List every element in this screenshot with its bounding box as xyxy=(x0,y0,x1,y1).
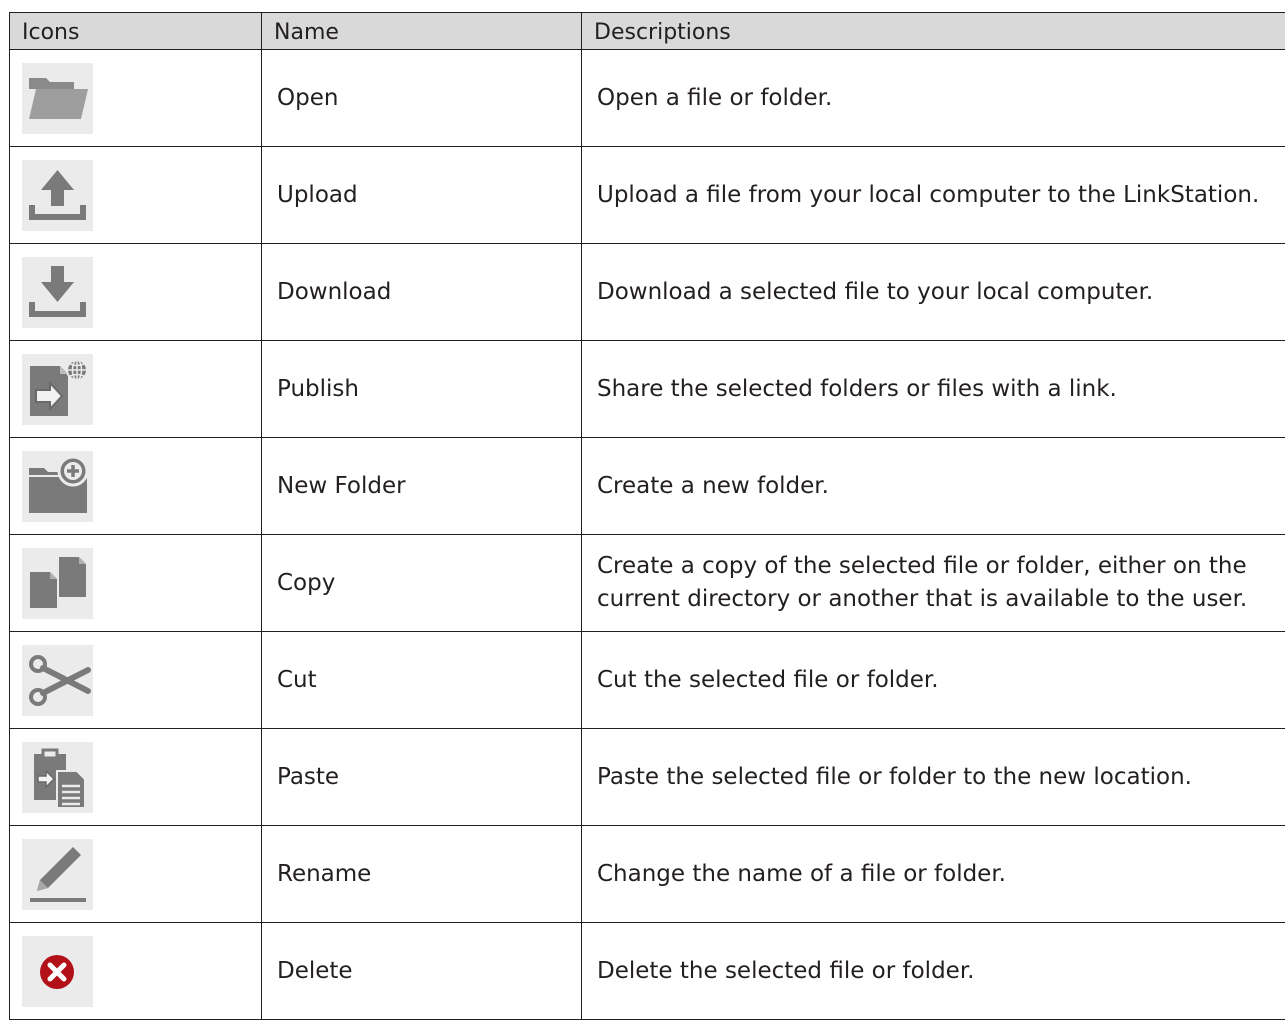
row-description: Download a selected file to your local c… xyxy=(582,244,1285,341)
new-folder-icon xyxy=(22,451,93,522)
icon-cell xyxy=(10,341,262,438)
table-row: Open Open a file or folder. xyxy=(10,50,1285,147)
table-row: Download Download a selected file to you… xyxy=(10,244,1285,341)
table-row: Delete Delete the selected file or folde… xyxy=(10,923,1285,1020)
delete-icon xyxy=(22,936,93,1007)
table-row: Rename Change the name of a file or fold… xyxy=(10,826,1285,923)
upload-icon xyxy=(22,160,93,231)
icon-cell xyxy=(10,244,262,341)
icon-cell xyxy=(10,535,262,632)
row-description: Paste the selected file or folder to the… xyxy=(582,729,1285,826)
row-name: Paste xyxy=(262,729,582,826)
table-header-row: Icons Name Descriptions xyxy=(10,13,1285,50)
row-description: Change the name of a file or folder. xyxy=(582,826,1285,923)
row-description: Delete the selected file or folder. xyxy=(582,923,1285,1020)
icon-reference-table: Icons Name Descriptions Open Open a file… xyxy=(9,12,1285,1020)
row-name: Cut xyxy=(262,632,582,729)
table-row: New Folder Create a new folder. xyxy=(10,438,1285,535)
folder-open-icon xyxy=(22,63,93,134)
row-name: Delete xyxy=(262,923,582,1020)
row-description: Cut the selected file or folder. xyxy=(582,632,1285,729)
row-name: New Folder xyxy=(262,438,582,535)
download-icon xyxy=(22,257,93,328)
row-name: Open xyxy=(262,50,582,147)
table-row: Paste Paste the selected file or folder … xyxy=(10,729,1285,826)
row-description: Create a copy of the selected file or fo… xyxy=(582,535,1285,632)
icon-cell xyxy=(10,923,262,1020)
row-name: Publish xyxy=(262,341,582,438)
icon-cell xyxy=(10,438,262,535)
row-name: Copy xyxy=(262,535,582,632)
icon-cell xyxy=(10,826,262,923)
icon-cell xyxy=(10,50,262,147)
copy-icon xyxy=(22,548,93,619)
column-header-descriptions: Descriptions xyxy=(582,13,1285,50)
row-description: Share the selected folders or files with… xyxy=(582,341,1285,438)
row-name: Download xyxy=(262,244,582,341)
publish-icon xyxy=(22,354,93,425)
row-description: Open a file or folder. xyxy=(582,50,1285,147)
row-description: Create a new folder. xyxy=(582,438,1285,535)
pencil-icon xyxy=(22,839,93,910)
row-name: Upload xyxy=(262,147,582,244)
row-description: Upload a file from your local computer t… xyxy=(582,147,1285,244)
table-row: Upload Upload a file from your local com… xyxy=(10,147,1285,244)
icon-cell xyxy=(10,147,262,244)
icon-cell xyxy=(10,729,262,826)
table-row: Cut Cut the selected file or folder. xyxy=(10,632,1285,729)
table-row: Copy Create a copy of the selected file … xyxy=(10,535,1285,632)
column-header-name: Name xyxy=(262,13,582,50)
paste-icon xyxy=(22,742,93,813)
row-name: Rename xyxy=(262,826,582,923)
scissors-icon xyxy=(22,645,93,716)
column-header-icons: Icons xyxy=(10,13,262,50)
icon-cell xyxy=(10,632,262,729)
table-row: Publish Share the selected folders or fi… xyxy=(10,341,1285,438)
